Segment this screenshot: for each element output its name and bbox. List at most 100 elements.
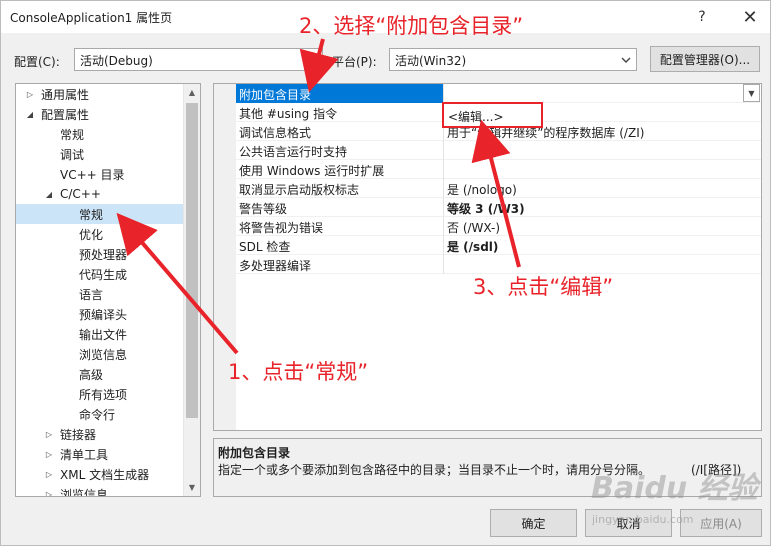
tree-item-config-props[interactable]: ◢ 配置属性 [16,104,184,124]
platform-label: 平台(P): [332,55,377,69]
collapse-icon[interactable]: ◢ [44,189,54,199]
expand-icon[interactable]: ▷ [44,489,54,497]
chevron-down-icon [621,57,631,63]
tree-item-label: 浏览信息 [79,347,128,362]
tree-item-browse-info-2[interactable]: ▷ 浏览信息 [16,484,184,497]
property-pages-dialog: ConsoleApplication1 属性页 ? ✕ 配置(C): 活动(De… [0,0,771,546]
tree-item-vc-directories[interactable]: VC++ 目录 [16,164,184,184]
prop-name: 调试信息格式 [239,126,312,140]
tree-item-manifest-tool[interactable]: ▷ 清单工具 [16,444,184,464]
tree-item-label: VC++ 目录 [60,167,125,182]
config-manager-button[interactable]: 配置管理器(O)... [650,46,760,72]
prop-value: 否 (/WX-) [447,221,501,235]
expand-icon[interactable]: ▷ [44,449,54,459]
prop-row-warnings-as-errors[interactable]: 将警告视为错误 否 (/WX-) [236,217,761,236]
tree-item-xml-doc-generator[interactable]: ▷ XML 文档生成器 [16,464,184,484]
tree-item-label: 优化 [79,227,104,242]
prop-value: 等级 3 (/W3) [447,202,525,216]
prop-name: 多处理器编译 [239,259,312,273]
tree-item-label: 输出文件 [79,327,128,342]
help-icon: ? [698,9,706,25]
tree-item-preprocessor[interactable]: 预处理器 [16,244,184,264]
prop-name: SDL 检查 [239,240,291,254]
ok-button[interactable]: 确定 [490,509,577,537]
tree-scrollbar[interactable]: ▲ ▼ [183,84,200,496]
tree-item-label: 高级 [79,367,104,382]
baidu-watermark-url: jingyan.baidu.com [592,513,694,526]
prop-name: 其他 #using 指令 [239,107,338,121]
tree-item-command-line[interactable]: 命令行 [16,404,184,424]
tree-item-label: 常规 [79,207,104,222]
scroll-down-icon[interactable]: ▼ [184,479,200,496]
prop-name: 公共语言运行时支持 [239,145,348,159]
scroll-thumb[interactable] [186,103,198,418]
tree-item-debugging[interactable]: 调试 [16,144,184,164]
prop-name: 警告等级 [239,202,288,216]
tree-item-general[interactable]: 常规 [16,124,184,144]
prop-name: 取消显示启动版权标志 [239,183,360,197]
tree-item-advanced[interactable]: 高级 [16,364,184,384]
tree-item-optimization[interactable]: 优化 [16,224,184,244]
description-text: 指定一个或多个要添加到包含路径中的目录；当目录不止一个时，请用分号分隔。 [218,463,651,477]
tree-item-c-cpp[interactable]: ◢ C/C++ [16,184,184,204]
prop-row-sdl-checks[interactable]: SDL 检查 是 (/sdl) [236,236,761,255]
description-title: 附加包含目录 [218,446,291,460]
tree-item-label: 命令行 [79,407,116,422]
tree-item-label: 浏览信息 [60,487,109,497]
annotation-step-3: 3、点击“编辑” [473,275,614,299]
tree-item-language[interactable]: 语言 [16,284,184,304]
baidu-watermark-logo: Baidu 经验 [591,471,758,506]
prop-row-clr-support[interactable]: 公共语言运行时支持 [236,141,761,160]
collapse-icon[interactable]: ◢ [25,109,35,119]
edit-dropdown-popup: <编辑...> [442,102,543,128]
category-tree: ▷ 通用属性 ◢ 配置属性 常规 调试 VC++ 目录 ◢ C/C++ 常规 优… [15,83,201,497]
prop-row-winrt-extensions[interactable]: 使用 Windows 运行时扩展 [236,160,761,179]
prop-row-additional-include-dirs[interactable]: 附加包含目录 ▼ [236,84,761,103]
tree-item-label: 链接器 [60,427,97,442]
tree-item-all-options[interactable]: 所有选项 [16,384,184,404]
tree-item-label: 调试 [60,147,85,162]
tree-item-label: C/C++ [60,187,101,201]
window-title: ConsoleApplication1 属性页 [10,11,173,25]
annotation-step-2: 2、选择“附加包含目录” [299,14,524,38]
prop-value: 是 (/nologo) [447,183,517,197]
prop-row-suppress-banner[interactable]: 取消显示启动版权标志 是 (/nologo) [236,179,761,198]
chevron-down-icon [307,57,317,63]
help-button[interactable]: ? [682,1,722,33]
prop-value: 是 (/sdl) [447,240,499,254]
tree-item-label: 常规 [60,127,85,142]
tree-item-label: XML 文档生成器 [60,467,150,482]
expand-icon[interactable]: ▷ [44,469,54,479]
close-button[interactable]: ✕ [730,1,770,33]
tree-item-label: 所有选项 [79,387,128,402]
tree-item-code-generation[interactable]: 代码生成 [16,264,184,284]
edit-option[interactable]: <编辑...> [448,108,504,125]
config-select[interactable]: 活动(Debug) [74,48,323,71]
tree-item-common-props[interactable]: ▷ 通用属性 [16,84,184,104]
scroll-up-icon[interactable]: ▲ [184,84,200,101]
platform-value: 活动(Win32) [395,54,467,68]
tree-item-linker[interactable]: ▷ 链接器 [16,424,184,444]
tree-item-browse-info[interactable]: 浏览信息 [16,344,184,364]
chevron-down-icon[interactable]: ▼ [743,84,760,102]
prop-name: 使用 Windows 运行时扩展 [239,164,385,178]
tree-item-label: 代码生成 [79,267,128,282]
prop-name: 将警告视为错误 [239,221,324,235]
prop-row-warning-level[interactable]: 警告等级 等级 3 (/W3) [236,198,761,217]
expand-icon[interactable]: ▷ [44,429,54,439]
prop-name: 附加包含目录 [239,88,312,102]
tree-item-label: 通用属性 [41,87,90,102]
tree-item-precompiled-headers[interactable]: 预编译头 [16,304,184,324]
tree-item-output-files[interactable]: 输出文件 [16,324,184,344]
tree-item-c-cpp-general[interactable]: 常规 [16,204,184,224]
config-label: 配置(C): [14,55,60,69]
tree-item-label: 预编译头 [79,307,128,322]
tree-item-label: 语言 [79,287,104,302]
platform-select[interactable]: 活动(Win32) [389,48,637,71]
tree-item-label: 清单工具 [60,447,109,462]
tree-item-label: 预处理器 [79,247,128,262]
tree-item-label: 配置属性 [41,107,90,122]
annotation-step-1: 1、点击“常规” [228,360,369,384]
close-icon: ✕ [742,6,758,28]
expand-icon[interactable]: ▷ [25,89,35,99]
